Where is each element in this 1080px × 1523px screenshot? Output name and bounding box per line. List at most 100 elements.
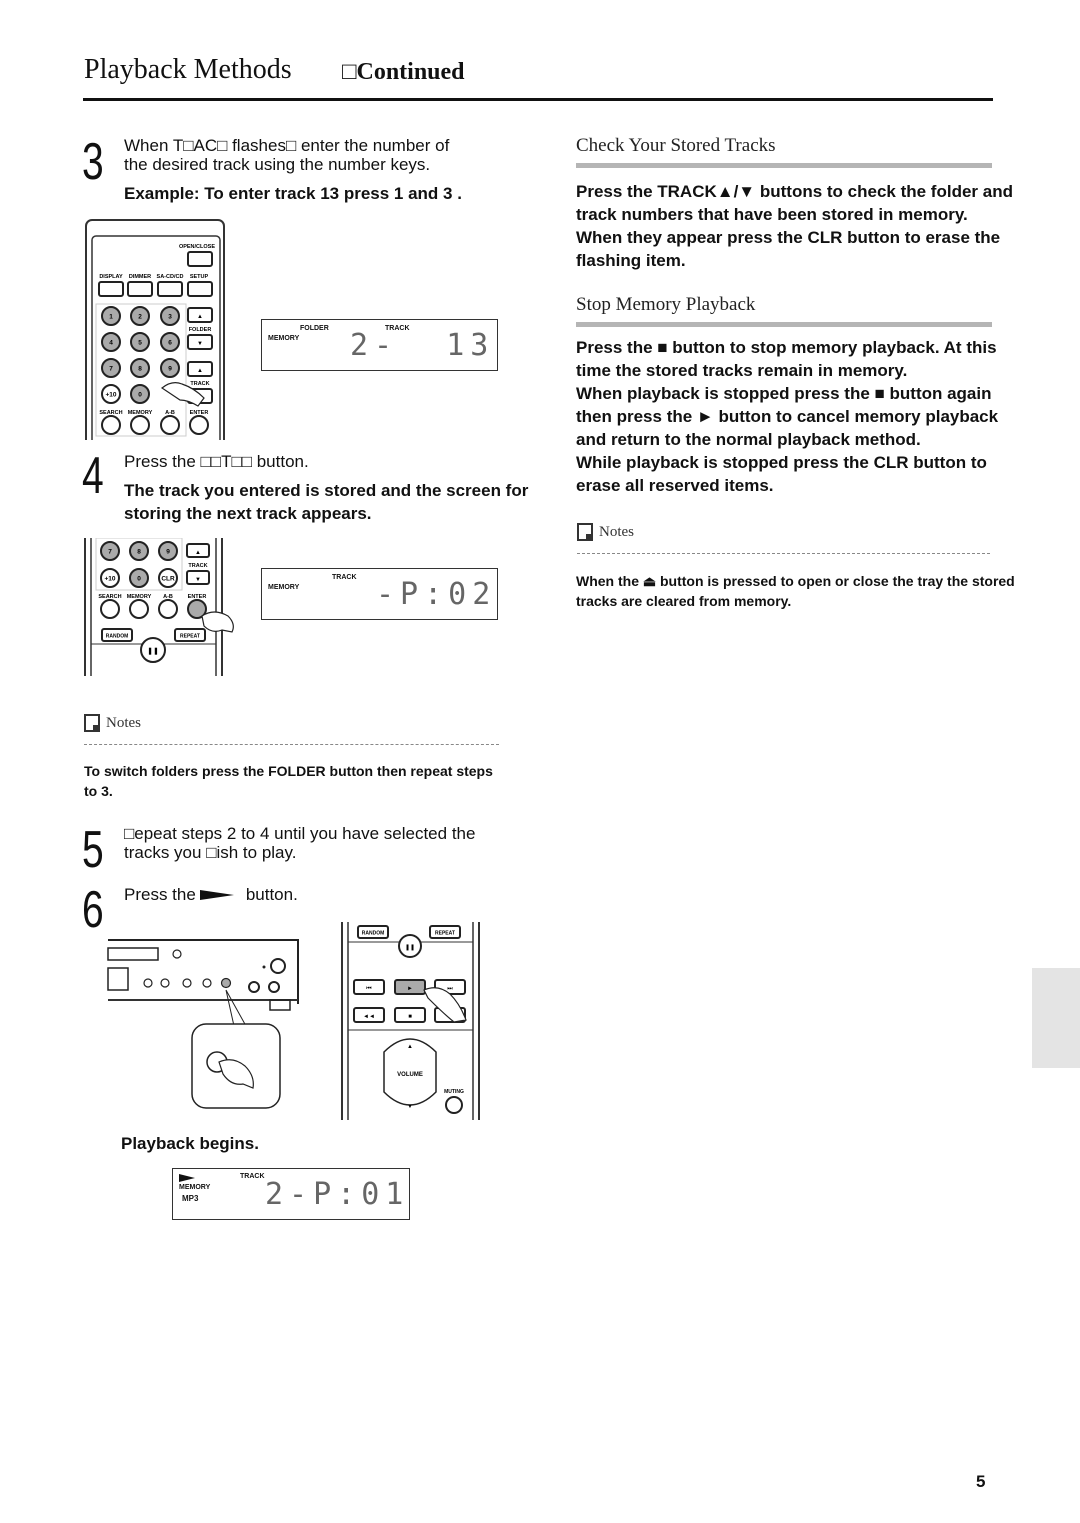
arrow-up-icon: ▲ <box>407 1044 413 1050</box>
open-close-label: OPEN/CLOSE <box>179 244 215 250</box>
number-key-label: 8 <box>138 366 142 373</box>
note-left-line1: To switch folders press the FOLDER butto… <box>84 763 493 779</box>
check-line: track numbers that have been stored in m… <box>576 205 968 224</box>
notes-divider <box>84 744 499 745</box>
number-key-label: 9 <box>168 366 172 373</box>
stop-line: and return to the normal playback method… <box>576 430 921 449</box>
lcd-memory-label: MEMORY <box>268 584 300 591</box>
number-key-label: 0 <box>137 576 141 583</box>
number-key-label: 3 <box>168 314 172 321</box>
number-key-label: 9 <box>166 549 170 556</box>
phones-jack <box>248 981 260 993</box>
page-title: Playback Methods <box>84 54 292 85</box>
note-left-line2: to 3. <box>84 783 113 799</box>
step3-line1: When T□AC□ flashes□ enter the number of <box>124 136 450 155</box>
number-key-label: 7 <box>109 366 113 373</box>
step5-line1: □epeat steps 2 to 4 until you have selec… <box>124 824 476 843</box>
muting-button[interactable] <box>445 1096 463 1114</box>
step4-bold-line2: storing the next track appears. <box>124 504 372 523</box>
display-button[interactable] <box>98 281 124 297</box>
folder-label: FOLDER <box>189 327 212 333</box>
track-label: TRACK <box>188 563 207 569</box>
notes-heading-left: Notes <box>84 714 141 732</box>
lcd-memory-label: MEMORY <box>179 1184 211 1191</box>
muting-label: MUTING <box>444 1089 464 1095</box>
panel-button[interactable] <box>202 978 212 988</box>
stop-icon: ■ <box>408 1014 412 1020</box>
step4-bold-line1: The track you entered is stored and the … <box>124 481 529 500</box>
number-key-label: 4 <box>109 340 113 347</box>
page-number: 5 <box>976 1472 986 1491</box>
number-key-label: +10 <box>104 576 115 583</box>
title-rule <box>83 98 993 101</box>
step-number-4: 4 <box>82 447 104 505</box>
lcd-readout: 2- 13 <box>350 328 495 363</box>
ab-button[interactable] <box>160 415 180 435</box>
power-button[interactable] <box>268 981 280 993</box>
step-number-6: 6 <box>82 881 104 939</box>
step6-text-before: Press the <box>124 885 196 904</box>
enter-button[interactable] <box>189 415 209 435</box>
volume-knob[interactable] <box>270 958 286 974</box>
memory-button[interactable] <box>129 599 149 619</box>
lcd-folder-label: FOLDER <box>300 325 329 332</box>
pointing-hand-icon <box>201 611 234 633</box>
number-key-label: 2 <box>138 314 142 321</box>
track-label: TRACK <box>190 381 209 387</box>
lcd-mp3-label: MP3 <box>182 1194 199 1203</box>
sacd-label: SA-CD/CD <box>157 274 184 280</box>
remote-illustration-play: RANDOM REPEAT ❚❚ ⏮ ► ⏭ ◄◄ ■ ▲ VOLUME ▼ M… <box>341 922 480 1120</box>
dimmer-button[interactable] <box>127 281 153 297</box>
pause-icon: ❚❚ <box>405 944 415 951</box>
step4-line1: Press the □□T□□ button. <box>124 452 309 471</box>
search-button[interactable] <box>100 599 120 619</box>
arrow-up-icon: ▲ <box>197 314 203 320</box>
page-title-continued: □Continued <box>342 59 465 85</box>
step-number-5: 5 <box>82 821 104 879</box>
step6-text-after: button. <box>245 885 298 904</box>
notes-label: Notes <box>106 714 141 731</box>
sacd-button[interactable] <box>157 281 183 297</box>
lcd-readout: -P:02 <box>376 577 497 612</box>
number-key-label: 1 <box>109 314 113 321</box>
open-close-button[interactable] <box>187 251 213 267</box>
play-button-panel-pressed[interactable] <box>220 977 232 989</box>
setup-label: SETUP <box>190 274 209 280</box>
note-icon <box>84 714 100 732</box>
chapter-side-tab <box>1032 968 1080 1068</box>
setup-button[interactable] <box>187 281 213 297</box>
notes-divider <box>577 553 990 554</box>
number-key-label: 0 <box>138 392 142 399</box>
step3-example: Example: To enter track 13 press 1 and 3… <box>124 184 462 203</box>
lcd-display-folder-track: FOLDER TRACK MEMORY 2- 13 <box>261 319 498 371</box>
remote-illustration-keypad: OPEN/CLOSE DISPLAY DIMMER SA-CD/CD SETUP… <box>85 219 225 440</box>
ab-button[interactable] <box>158 599 178 619</box>
random-label: RANDOM <box>106 634 129 640</box>
lcd-memory-label: MEMORY <box>268 335 300 342</box>
number-key-label: +10 <box>105 392 116 399</box>
clr-key-label: CLR <box>161 576 175 583</box>
step5-line2: tracks you □ish to play. <box>124 843 297 862</box>
number-key-label: 6 <box>168 340 172 347</box>
eject-button[interactable] <box>172 949 182 959</box>
panel-button[interactable] <box>143 978 153 988</box>
note-right-line1: When the ⏏ button is pressed to open or … <box>576 573 1015 589</box>
pause-icon: ❚❚ <box>147 647 159 655</box>
panel-button[interactable] <box>182 978 192 988</box>
search-button[interactable] <box>101 415 121 435</box>
repeat-label: REPEAT <box>180 634 200 640</box>
random-label: RANDOM <box>362 931 385 937</box>
section-heading-stop: Stop Memory Playback <box>576 294 756 315</box>
display-label: DISPLAY <box>99 274 123 280</box>
section-rule <box>576 163 992 168</box>
play-indicator-icon <box>179 1174 195 1182</box>
panel-button[interactable] <box>160 978 170 988</box>
volume-label: VOLUME <box>397 1072 423 1078</box>
lcd-display-playing: TRACK MEMORY MP3 2-P:01 <box>172 1168 410 1220</box>
step6-text: Press the button. <box>124 885 298 904</box>
stop-line: When playback is stopped press the ■ but… <box>576 384 992 403</box>
memory-button[interactable] <box>130 415 150 435</box>
lcd-track-label: TRACK <box>332 574 357 581</box>
number-key-label: 7 <box>108 549 112 556</box>
repeat-label: REPEAT <box>435 931 455 937</box>
